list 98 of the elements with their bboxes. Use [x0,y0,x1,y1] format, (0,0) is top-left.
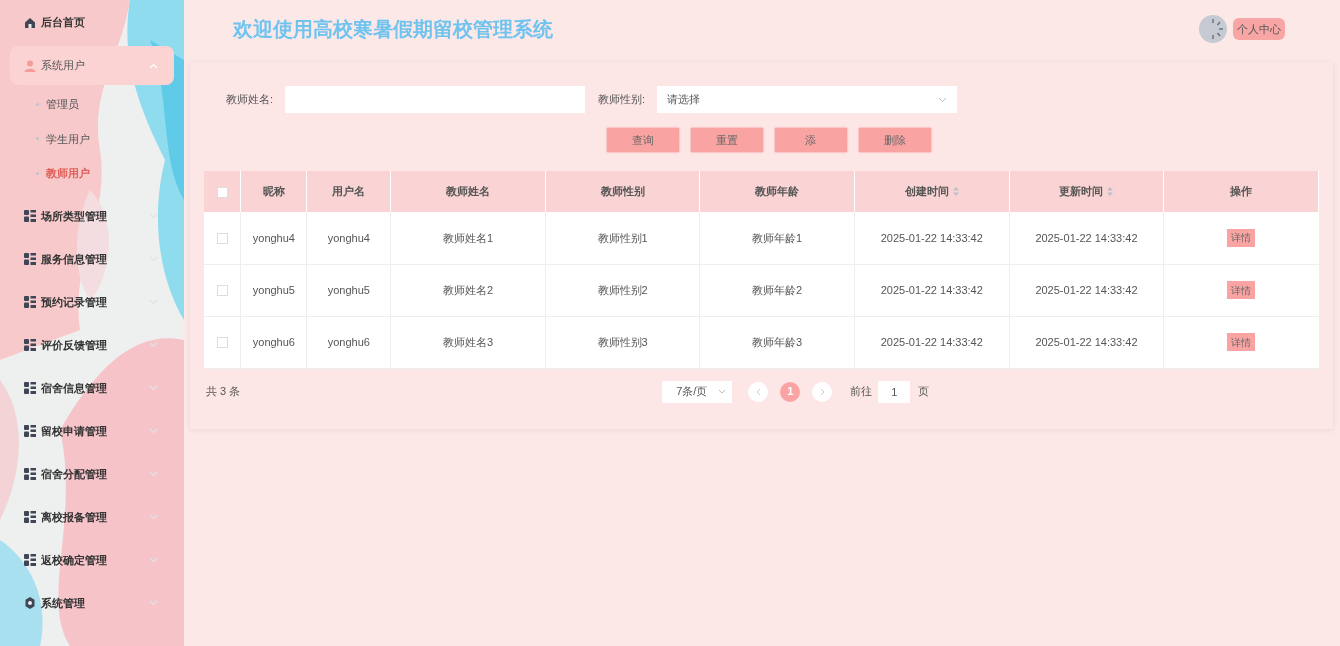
chevron-left-icon [755,387,761,396]
action-button[interactable]: 删除 [858,128,931,152]
chevron-right-icon [819,387,825,396]
column-header[interactable]: 创建时间 [904,183,959,200]
table-cell: 2025-01-22 14:33:42 [1035,335,1138,348]
chevron-icon [149,557,158,563]
total-count: 共 3 条 [206,384,241,400]
grid-icon [24,554,36,566]
column-header: 教师性别 [600,184,645,200]
table-cell: 教师性别3 [597,335,648,348]
next-page-button[interactable] [812,381,833,402]
grid-icon [24,382,36,394]
sidebar-item[interactable]: 评价反馈管理 [10,325,174,365]
table-cell: yonghu5 [327,283,370,296]
profile-button[interactable]: 个人中心 [1233,18,1285,40]
table-cell: yonghu4 [252,231,295,244]
sidebar-item[interactable]: 预约记录管理 [10,282,174,322]
table-cell: yonghu4 [327,231,370,244]
table-cell: 2025-01-22 14:33:42 [880,335,983,348]
chevron-icon [149,514,158,520]
table-cell: yonghu5 [252,283,295,296]
chevron-icon [149,428,158,434]
table-cell: 教师性别2 [597,283,648,296]
action-button[interactable]: 添 [774,128,847,152]
avatar-icon [1199,15,1227,43]
sidebar-item[interactable]: 离校报备管理 [10,497,174,537]
checkbox[interactable] [216,337,228,349]
settings-icon [24,597,36,609]
sort-icon [952,187,959,196]
chevron-icon [149,62,158,69]
checkbox[interactable] [216,233,228,245]
table-cell: 2025-01-22 14:33:42 [880,283,983,296]
grid-icon [24,468,36,480]
select-field[interactable]: 请选择 [657,86,958,113]
details-button[interactable]: 详情 [1227,333,1256,351]
bullet-icon [36,102,39,106]
sidebar-item[interactable]: 宿舍分配管理 [10,454,174,494]
submenu-item[interactable]: 学生用户 [36,121,184,156]
input-field[interactable] [285,86,586,113]
table-cell: 2025-01-22 14:33:42 [1035,283,1138,296]
chevron-icon [938,96,948,103]
previous-page-button[interactable] [748,381,769,402]
grid-icon [24,425,36,437]
column-header: 用户名 [332,184,366,200]
table-cell: 2025-01-22 14:33:42 [1035,231,1138,244]
details-button[interactable]: 详情 [1227,281,1256,299]
grid-icon [24,339,36,351]
chevron-icon [149,600,158,606]
sort-icon [1107,187,1114,196]
field-label: 教师姓名: [226,92,274,108]
sidebar-item[interactable]: 场所类型管理 [10,196,174,236]
table-cell: yonghu6 [327,335,370,348]
chevron-icon [149,471,158,477]
column-header: 教师年龄 [755,184,800,200]
action-button[interactable]: 查询 [606,128,679,152]
table-cell: 教师姓名1 [442,231,494,244]
details-button[interactable]: 详情 [1227,228,1256,247]
grid-icon [24,253,36,265]
table-cell: 教师年龄1 [752,231,803,244]
table-cell: 教师性别1 [597,231,648,244]
table-cell: 2025-01-22 14:33:42 [880,231,983,244]
home-icon [24,16,36,29]
sidebar-item[interactable]: 系统用户 [10,46,174,85]
checkbox[interactable] [216,285,228,297]
column-header: 昵称 [262,184,285,200]
table-cell: 教师姓名3 [442,335,494,348]
sidebar-item[interactable]: 系统管理 [10,583,174,623]
page-suffix: 页 [918,384,930,400]
sidebar-item[interactable]: 服务信息管理 [10,239,174,279]
field-label: 教师性别: [598,92,646,108]
page-size-select[interactable]: 7条/页 [662,380,733,403]
sidebar-item[interactable]: 宿舍信息管理 [10,368,174,408]
bullet-icon [36,137,39,141]
table-cell: 教师姓名2 [442,283,494,296]
sidebar-item[interactable]: 返校确定管理 [10,540,174,580]
grid-icon [24,296,36,308]
column-header: 教师姓名 [446,184,490,200]
chevron-icon [149,385,158,391]
table-cell: 教师年龄2 [752,283,803,296]
column-header: 操作 [1230,184,1253,200]
sidebar-item[interactable]: 留校申请管理 [10,411,174,451]
bullet-icon [36,171,39,175]
table-cell: 教师年龄3 [752,335,803,348]
user-icon [24,59,36,72]
checkbox[interactable] [216,186,228,198]
table-cell: yonghu6 [252,335,295,348]
sidebar-item[interactable]: 后台首页 [10,3,174,42]
grid-icon [24,210,36,222]
chevron-icon [718,389,727,394]
chevron-icon [149,342,158,348]
column-header[interactable]: 更新时间 [1059,183,1114,200]
grid-icon [24,511,36,523]
submenu-item[interactable]: 管理员 [36,87,184,122]
page-title: 欢迎使用高校寒暑假期留校管理系统 [233,17,553,42]
page-input[interactable]: 1 [878,380,911,403]
action-button[interactable]: 重置 [690,128,763,152]
goto-label: 前往 [850,384,873,400]
chevron-icon [149,213,158,219]
